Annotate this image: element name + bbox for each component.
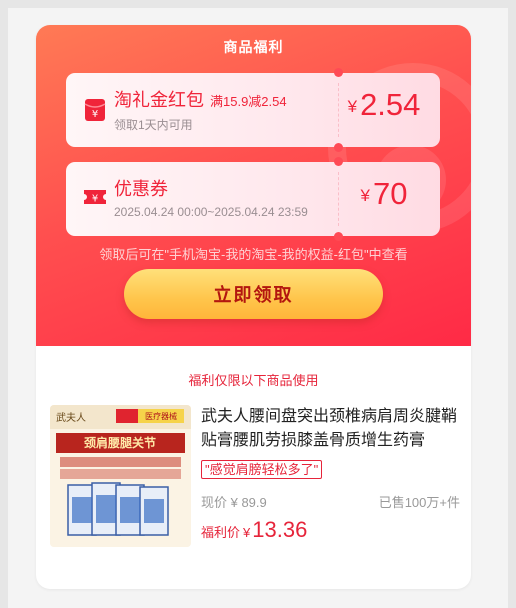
coupon-amount: ¥70 [338,176,430,212]
benefit-price: 福利价 ¥13.36 [201,517,307,543]
product-image[interactable]: 武夫人 医疗器械 颈肩腰腿关节 [50,405,191,547]
currency-symbol: ¥ [360,186,370,205]
claim-now-button[interactable]: 立即领取 [124,269,383,319]
image-badge-text: 医疗器械 [145,411,177,421]
product-review-tag: "感觉肩膀轻松多了" [201,460,323,479]
coupon-notch-top [334,68,343,77]
coupon-validity: 领取1天内可用 [114,118,193,132]
benefit-price-label: 福利价 [201,525,241,540]
coupon-title: 淘礼金红包 [114,90,204,110]
currency-symbol: ¥ [347,97,358,116]
benefit-card: 商品福利 ¥ 淘礼金红包 满15.9减2.54 领取1天内可用 ¥2.54 ¥ … [36,25,471,589]
redeem-notice: 领取后可在"手机淘宝-我的淘宝-我的权益-红包"中查看 [99,247,408,262]
coupon-value: 2.54 [360,87,421,122]
original-price: 现价 ¥ 89.9 [201,495,267,510]
coupon-amount: ¥2.54 [338,87,430,123]
coupon-notch-top [334,157,343,166]
coupon-condition: 满15.9减2.54 [210,94,287,109]
coupon-name: 淘礼金红包 满15.9减2.54 [114,86,287,112]
coupon-notch-bottom [334,232,343,241]
benefit-price-value: 13.36 [252,517,308,542]
coupon-value: 70 [372,176,408,211]
currency-symbol: ¥ [243,525,251,540]
red-envelope-icon: ¥ [84,99,106,121]
coupon-card-voucher[interactable]: ¥ 优惠券 2025.04.24 00:00~2025.04.24 23:59 … [66,157,440,241]
panel-title: 商品福利 [223,39,284,55]
coupon-notch-bottom [334,143,343,152]
coupon-ticket-icon: ¥ [84,190,106,205]
svg-text:¥: ¥ [92,194,98,205]
image-brand-text: 武夫人 [56,411,86,424]
svg-text:¥: ¥ [92,109,98,120]
product-packaging-illustration: 武夫人 医疗器械 颈肩腰腿关节 [50,405,191,547]
coupon-name: 优惠券 [114,175,168,201]
benefit-header-panel: 商品福利 ¥ 淘礼金红包 满15.9减2.54 领取1天内可用 ¥2.54 ¥ … [36,25,471,346]
coupon-title: 优惠券 [114,179,168,199]
coupon-validity: 2025.04.24 00:00~2025.04.24 23:59 [114,205,308,219]
product-item[interactable]: 武夫人 医疗器械 颈肩腰腿关节 武夫人腰间盘突出颈椎病肩周炎腱鞘贴膏腰肌劳损膝盖… [50,405,460,550]
sold-count: 已售100万+件 [378,495,460,510]
coupon-card-red-envelope[interactable]: ¥ 淘礼金红包 满15.9减2.54 领取1天内可用 ¥2.54 [66,68,440,152]
product-title[interactable]: 武夫人腰间盘突出颈椎病肩周炎腱鞘贴膏腰肌劳损膝盖骨质增生药膏 [201,405,459,453]
image-headline-text: 颈肩腰腿关节 [83,435,156,450]
restriction-note: 福利仅限以下商品使用 [188,373,319,388]
